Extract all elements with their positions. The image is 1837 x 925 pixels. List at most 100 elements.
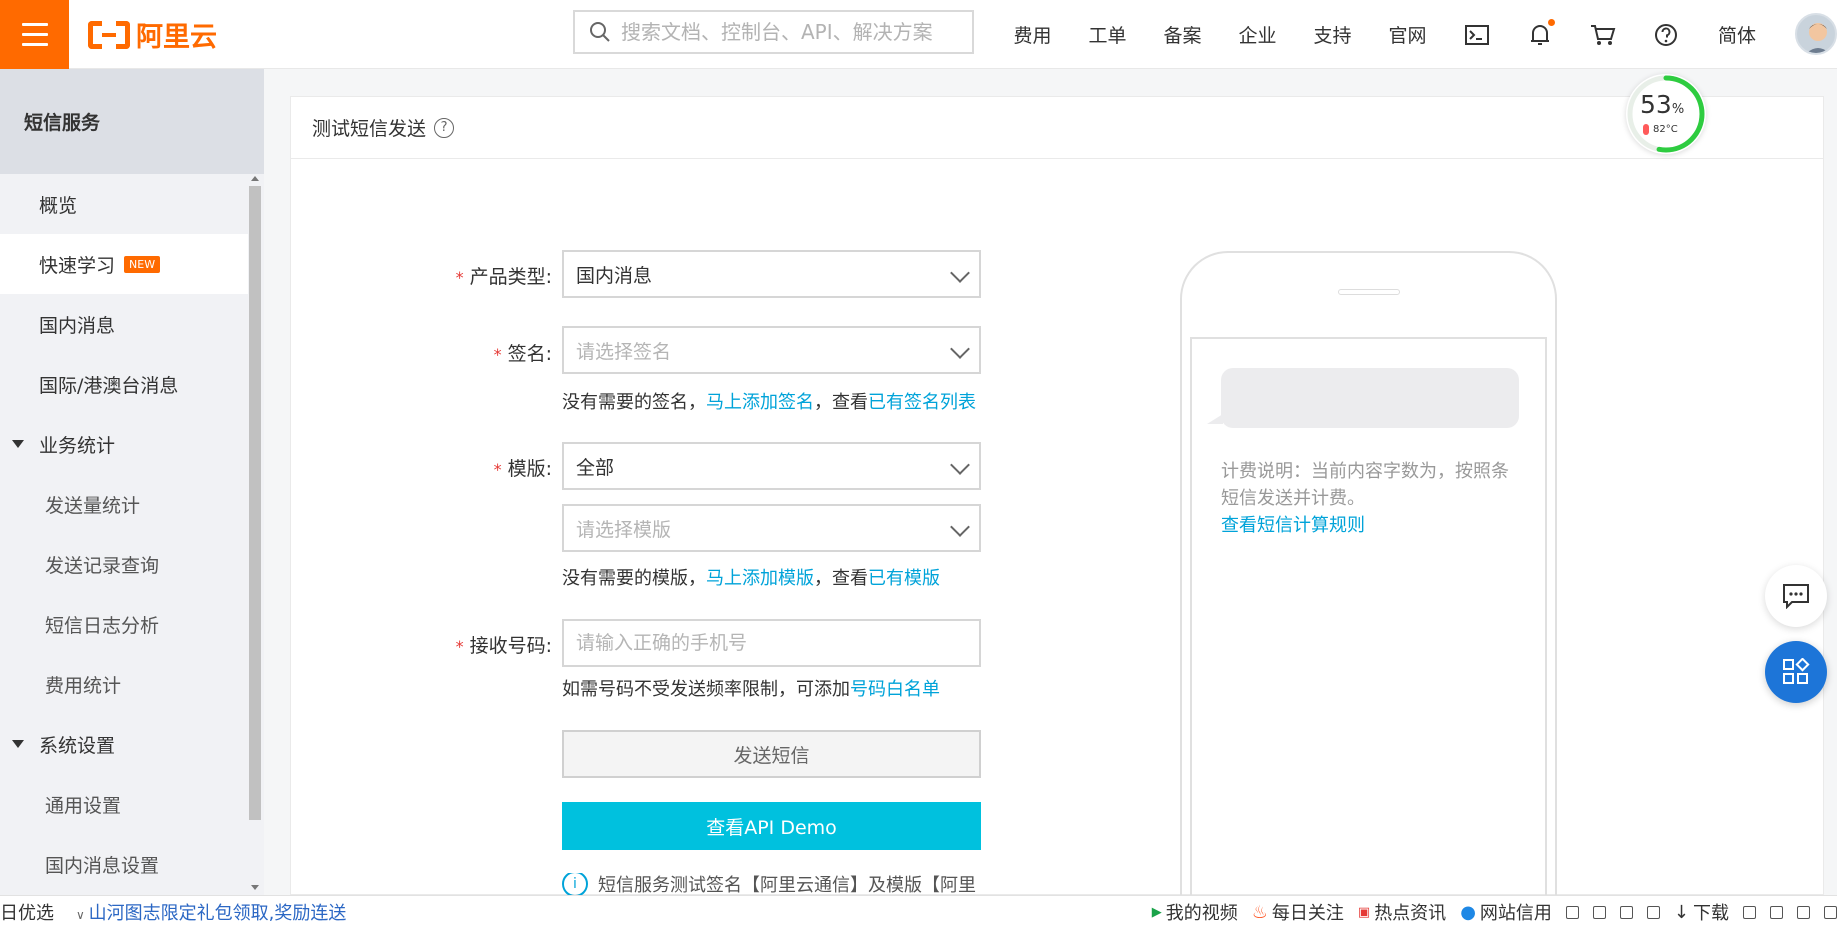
translate-icon[interactable] xyxy=(1770,905,1783,919)
sidebar-item-label: 短信日志分析 xyxy=(45,614,160,637)
nav-tickets[interactable]: 工单 xyxy=(1070,21,1145,48)
window-icon[interactable] xyxy=(1797,905,1810,919)
phone-input-box[interactable] xyxy=(562,619,981,667)
sidebar-item-label: 通用设置 xyxy=(45,794,122,817)
my-videos-button[interactable]: ▶ 我的视频 xyxy=(1152,899,1238,925)
chevron-down-icon xyxy=(950,339,970,359)
test-sms-card: 测试短信发送 ? xyxy=(290,96,1824,895)
news-icon: ▣ xyxy=(1357,904,1371,920)
sidebar-group-settings[interactable]: 系统设置 xyxy=(0,714,248,774)
aliyun-logo[interactable]: 阿里云 xyxy=(88,18,217,53)
sidebar-item-label: 国内消息设置 xyxy=(45,854,160,877)
nav-support[interactable]: 支持 xyxy=(1295,21,1370,48)
game-icon[interactable] xyxy=(1743,905,1756,919)
nav-official-site[interactable]: 官网 xyxy=(1370,21,1445,48)
template-select[interactable]: 请选择模版 xyxy=(562,504,981,552)
chevron-down-icon: ∨ xyxy=(76,908,89,922)
refresh-icon[interactable] xyxy=(1619,905,1633,919)
shield-icon[interactable] xyxy=(1565,905,1579,919)
speaker-icon[interactable] xyxy=(1824,905,1837,919)
rocket-icon[interactable] xyxy=(1646,905,1660,919)
sidebar-group-statistics[interactable]: 业务统计 xyxy=(0,414,248,474)
bell-icon[interactable] xyxy=(1508,18,1571,47)
api-demo-button[interactable]: 查看API Demo xyxy=(562,802,981,850)
sign-list-link[interactable]: 已有签名列表 xyxy=(868,392,976,413)
caret-down-icon xyxy=(12,740,24,748)
caret-down-icon xyxy=(12,440,24,448)
card-header: 测试短信发送 ? xyxy=(291,97,1823,159)
sidebar-item-label: 发送量统计 xyxy=(45,494,141,517)
billing-note: 计费说明：当前内容字数为，按照条短信发送并计费。 查看短信计算规则 xyxy=(1221,458,1521,539)
template-category-select[interactable]: 全部 xyxy=(562,442,981,490)
phone-preview: 计费说明：当前内容字数为，按照条短信发送并计费。 查看短信计算规则 xyxy=(1180,251,1557,917)
help-icon[interactable] xyxy=(1634,23,1697,47)
sidebar-menu: 概览 快速学习 NEW 国内消息 国际/港澳台消息 业务统计 发送量统计 发送记录… xyxy=(0,174,248,894)
browser-status-bar: 日优选 ∨ 山河图志限定礼包领取,奖励连送 ▶ 我的视频 ♨ 每日关注 ▣ 热点资讯 … xyxy=(0,895,1837,925)
terminal-icon[interactable] xyxy=(1445,24,1508,45)
scrollbar-thumb[interactable] xyxy=(249,186,261,820)
sidebar-item-log-analysis[interactable]: 短信日志分析 xyxy=(0,594,248,654)
sidebar-item-international[interactable]: 国际/港澳台消息 xyxy=(0,354,248,414)
send-sms-button[interactable]: 发送短信 xyxy=(562,730,981,778)
whitelist-link[interactable]: 号码白名单 xyxy=(850,679,940,700)
add-template-link[interactable]: 马上添加模版 xyxy=(706,568,814,589)
sidebar-scrollbar[interactable] xyxy=(248,174,262,894)
new-badge: NEW xyxy=(124,255,161,273)
sign-select[interactable]: 请选择签名 xyxy=(562,326,981,374)
sidebar-item-send-volume[interactable]: 发送量统计 xyxy=(0,474,248,534)
template-hint: 没有需要的模版，马上添加模版，查看已有模版 xyxy=(562,568,940,589)
apps-float-button[interactable] xyxy=(1765,641,1827,703)
sidebar-item-quick-start[interactable]: 快速学习 NEW xyxy=(0,234,248,294)
test-sign-notice: i 短信服务测试签名【阿里云通信】及模版【阿里 xyxy=(562,873,982,895)
info-icon: i xyxy=(562,873,588,895)
image-icon[interactable] xyxy=(1592,905,1606,919)
scroll-up-arrow-icon[interactable] xyxy=(251,176,259,181)
chevron-down-icon xyxy=(950,517,970,537)
language-switch[interactable]: 简体 xyxy=(1697,21,1777,48)
scroll-down-arrow-icon[interactable] xyxy=(251,885,259,890)
phone-label: * 接收号码: xyxy=(455,635,552,657)
page-title: 测试短信发送 xyxy=(312,118,427,140)
apps-icon xyxy=(1783,658,1810,684)
billing-rule-link[interactable]: 查看短信计算规则 xyxy=(1221,512,1521,539)
play-icon: ▶ xyxy=(1151,904,1162,920)
download-button[interactable]: ↓ 下载 xyxy=(1674,899,1729,925)
sidebar-item-overview[interactable]: 概览 xyxy=(0,174,248,234)
menu-icon[interactable] xyxy=(0,0,69,69)
required-mark: * xyxy=(455,637,464,656)
sidebar-item-label: 快速学习 xyxy=(39,254,116,277)
question-icon[interactable]: ? xyxy=(434,117,455,138)
sidebar-item-label: 国内消息 xyxy=(39,314,116,337)
product-type-label: * 产品类型: xyxy=(455,266,552,288)
sidebar-item-cost-stats[interactable]: 费用统计 xyxy=(0,654,248,714)
search-icon xyxy=(590,22,610,42)
sidebar-item-label: 概览 xyxy=(39,194,78,217)
flame-icon: ♨ xyxy=(1251,901,1268,923)
download-icon: ↓ xyxy=(1673,901,1689,923)
nav-fees[interactable]: 费用 xyxy=(995,21,1070,48)
hot-news-button[interactable]: ▣ 热点资讯 xyxy=(1358,899,1446,925)
add-sign-link[interactable]: 马上添加签名 xyxy=(706,392,814,413)
product-type-select[interactable]: 国内消息 xyxy=(562,250,981,298)
cart-icon[interactable] xyxy=(1571,23,1634,47)
daily-follow-button[interactable]: ♨ 每日关注 xyxy=(1252,899,1344,925)
search-box[interactable] xyxy=(573,10,974,54)
phone-input[interactable] xyxy=(564,621,979,665)
sidebar-item-general-settings[interactable]: 通用设置 xyxy=(0,774,248,834)
sidebar-item-domestic[interactable]: 国内消息 xyxy=(0,294,248,354)
drop-icon: ● xyxy=(1460,901,1476,923)
nav-filing[interactable]: 备案 xyxy=(1145,21,1220,48)
system-monitor-widget[interactable]: 53% 82°C xyxy=(1626,74,1706,154)
daily-picks-link[interactable]: 日优选 xyxy=(0,899,54,925)
logo-text: 阿里云 xyxy=(136,22,217,53)
sidebar-item-domestic-settings[interactable]: 国内消息设置 xyxy=(0,834,248,894)
chat-float-button[interactable] xyxy=(1765,565,1827,627)
search-input[interactable] xyxy=(621,20,961,44)
sidebar-item-send-records[interactable]: 发送记录查询 xyxy=(0,534,248,594)
chevron-down-icon xyxy=(950,455,970,475)
nav-enterprise[interactable]: 企业 xyxy=(1220,21,1295,48)
site-credit-button[interactable]: ● 网站信用 xyxy=(1460,899,1552,925)
template-list-link[interactable]: 已有模版 xyxy=(868,568,940,589)
user-avatar[interactable] xyxy=(1795,13,1837,55)
promo-link[interactable]: ∨ 山河图志限定礼包领取,奖励连送 xyxy=(76,899,346,925)
